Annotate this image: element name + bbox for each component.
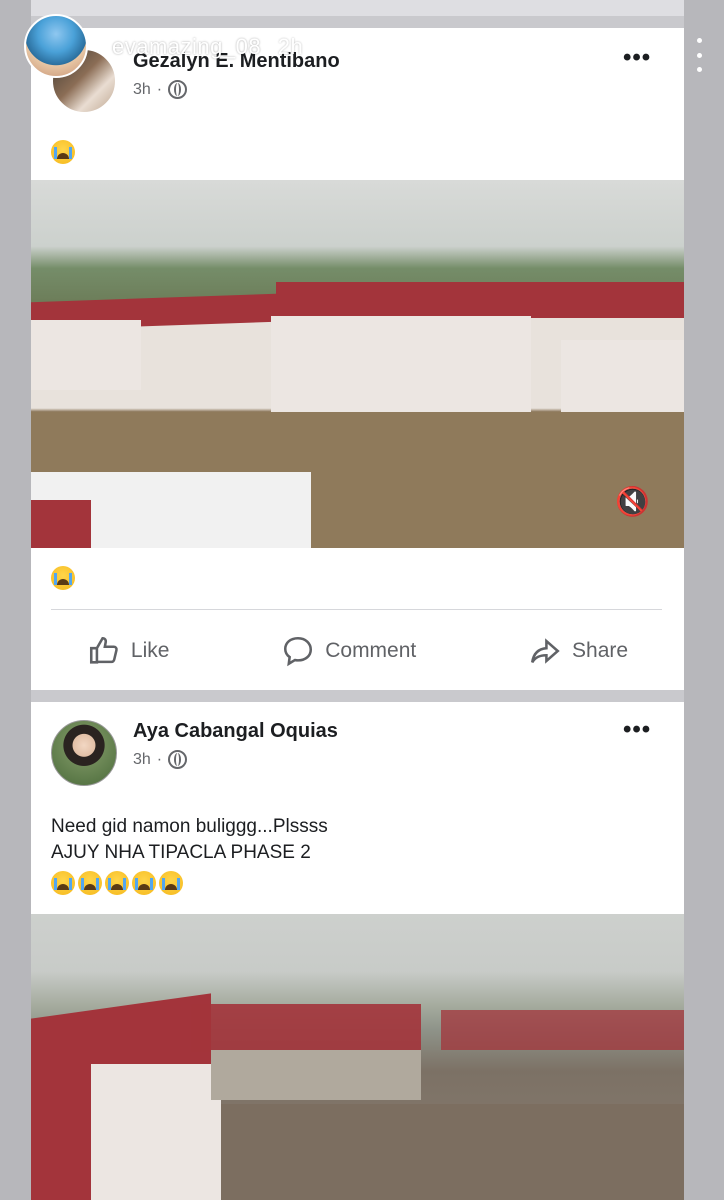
post-separator [31,690,684,702]
story-age: 2h [277,34,304,59]
story-username-text: evamazing_08 [112,34,262,59]
post-text-line: AJUY NHA TIPACLA PHASE 2 [51,842,311,863]
poster-avatar[interactable] [51,720,117,786]
post-text-line: Need gid namon buliggg...Plssss [51,816,328,837]
post-time: 3h [133,80,151,98]
divider [51,609,662,610]
share-button[interactable]: Share [528,634,628,668]
story-username[interactable]: evamazing_08 2h [112,34,303,60]
more-options-icon[interactable]: ••• [623,718,651,742]
post-emoji-line [51,870,328,896]
action-bar: Like Comment Share [31,628,684,674]
post-card: Aya Cabangal Oquias 3h · ••• Need gid na… [31,702,684,1200]
flood-photo[interactable] [31,914,684,1200]
share-icon [531,638,560,664]
like-label: Like [130,639,170,662]
flood-video[interactable]: 🔇 [31,180,684,548]
thumbs-up-icon [89,636,118,664]
sad-emoji-icon [51,566,75,590]
globe-icon [168,80,188,99]
share-label: Share [572,639,629,662]
comment-button[interactable]: Comment [281,634,416,668]
crying-emoji-icon [78,870,102,895]
story-menu-icon[interactable] [696,38,702,72]
like-button[interactable]: Like [87,634,170,668]
reaction[interactable] [51,566,78,590]
post-meta: 3h · [133,750,188,769]
globe-icon [168,750,188,769]
story-header: evamazing_08 2h [24,14,704,78]
post-emoji [51,140,78,164]
crying-emoji-icon [132,870,156,895]
comment-label: Comment [325,639,417,662]
crying-emoji-icon [51,140,75,164]
story-avatar[interactable] [24,14,88,78]
separator-dot: · [156,80,163,98]
separator-dot: · [156,750,163,768]
crying-emoji-icon [51,870,75,895]
comment-icon [284,636,313,667]
post-text: Need gid namon buliggg...Plssss AJUY NHA… [51,814,328,896]
post-meta: 3h · [133,80,188,99]
mute-icon[interactable]: 🔇 [615,485,650,518]
crying-emoji-icon [159,870,183,895]
post-time: 3h [133,750,151,768]
post-card: Gezalyn E. Mentibano 3h · ••• 🔇 Like Com… [31,28,684,690]
crying-emoji-icon [105,870,129,895]
poster-name[interactable]: Aya Cabangal Oquias [133,720,338,743]
